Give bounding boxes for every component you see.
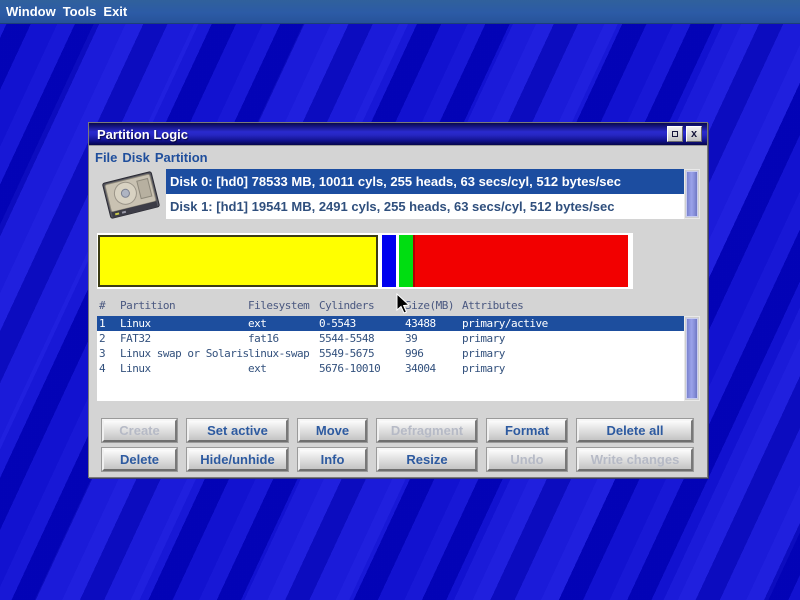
disk-list: Disk 0: [hd0] 78533 MB, 10011 cyls, 255 … — [166, 169, 684, 219]
cell-num: 4 — [99, 362, 105, 375]
partition-bar — [97, 233, 633, 289]
cell-cylinders: 5544-5548 — [319, 332, 374, 345]
table-scrollbar-thumb[interactable] — [686, 318, 698, 399]
undo-button: Undo — [487, 448, 567, 471]
menu-item-tools[interactable]: Tools — [63, 4, 97, 19]
cell-size: 39 — [405, 332, 417, 345]
cell-size: 34004 — [405, 362, 436, 375]
cell-filesystem: ext — [248, 317, 266, 330]
format-button[interactable]: Format — [487, 419, 567, 442]
cell-num: 2 — [99, 332, 105, 345]
cell-num: 1 — [99, 317, 105, 330]
cell-size: 43488 — [405, 317, 436, 330]
cell-size: 996 — [405, 347, 423, 360]
cell-num: 3 — [99, 347, 105, 360]
info-button[interactable]: Info — [298, 448, 367, 471]
disk-list-scrollbar[interactable] — [684, 169, 700, 219]
table-row-3[interactable]: 3 Linux swap or Solaris linux-swap 5549-… — [97, 346, 684, 361]
cell-partition: Linux swap or Solaris — [120, 347, 249, 360]
close-button[interactable]: x — [686, 126, 702, 142]
menu-item-window[interactable]: Window — [6, 4, 56, 19]
window-titlebar[interactable]: Partition Logic x — [89, 123, 707, 146]
create-button: Create — [102, 419, 177, 442]
cell-filesystem: ext — [248, 362, 266, 375]
cell-filesystem: linux-swap — [248, 347, 309, 360]
col-partition: Partition — [120, 299, 175, 312]
cell-attributes: primary — [462, 362, 505, 375]
menu-item-partition[interactable]: Partition — [155, 150, 208, 165]
resize-button[interactable]: Resize — [377, 448, 477, 471]
cell-cylinders: 0-5543 — [319, 317, 356, 330]
table-row-2[interactable]: 2 FAT32 fat16 5544-5548 39 primary — [97, 331, 684, 346]
col-num: # — [99, 299, 105, 312]
restore-icon — [672, 131, 678, 137]
screen-menubar: Window Tools Exit — [0, 0, 800, 24]
col-filesystem: Filesystem — [248, 299, 309, 312]
cell-cylinders: 5549-5675 — [319, 347, 374, 360]
disk-row-1[interactable]: Disk 1: [hd1] 19541 MB, 2491 cyls, 255 h… — [166, 194, 684, 219]
cell-attributes: primary — [462, 332, 505, 345]
col-attributes: Attributes — [462, 299, 523, 312]
cell-attributes: primary — [462, 347, 505, 360]
hard-disk-icon — [96, 169, 166, 221]
col-size: Size(MB) — [405, 299, 454, 312]
cell-cylinders: 5676-10010 — [319, 362, 380, 375]
window-title: Partition Logic — [89, 127, 188, 142]
partition-segment-4[interactable] — [413, 235, 628, 287]
disk-row-0[interactable]: Disk 0: [hd0] 78533 MB, 10011 cyls, 255 … — [166, 169, 684, 194]
cell-partition: FAT32 — [120, 332, 151, 345]
set-active-button[interactable]: Set active — [187, 419, 288, 442]
table-row-4[interactable]: 4 Linux ext 5676-10010 34004 primary — [97, 361, 684, 376]
partition-segment-1[interactable] — [98, 235, 378, 287]
cell-filesystem: fat16 — [248, 332, 279, 345]
table-row-1[interactable]: 1 Linux ext 0-5543 43488 primary/active — [97, 316, 684, 331]
menu-item-file[interactable]: File — [95, 150, 117, 165]
delete-all-button[interactable]: Delete all — [577, 419, 693, 442]
window-menubar: File Disk Partition — [89, 147, 707, 167]
col-cylinders: Cylinders — [319, 299, 374, 312]
menu-item-disk[interactable]: Disk — [122, 150, 149, 165]
mouse-cursor — [396, 293, 412, 315]
write-changes-button: Write changes — [577, 448, 693, 471]
cell-attributes: primary/active — [462, 317, 548, 330]
partition-segment-3[interactable] — [399, 235, 413, 287]
disk-list-scrollbar-thumb[interactable] — [686, 171, 698, 217]
delete-button[interactable]: Delete — [102, 448, 177, 471]
table-scrollbar[interactable] — [684, 316, 700, 401]
move-button[interactable]: Move — [298, 419, 367, 442]
desktop: { "screen_menubar": { "items": [ { "labe… — [0, 0, 800, 600]
defragment-button: Defragment — [377, 419, 477, 442]
restore-button[interactable] — [667, 126, 683, 142]
partition-table: 1 Linux ext 0-5543 43488 primary/active … — [97, 316, 684, 401]
menu-item-exit[interactable]: Exit — [103, 4, 127, 19]
table-header: # Partition Filesystem Cylinders Size(MB… — [97, 298, 684, 315]
hide-unhide-button[interactable]: Hide/unhide — [187, 448, 288, 471]
partition-segment-2[interactable] — [382, 235, 396, 287]
cell-partition: Linux — [120, 317, 151, 330]
cell-partition: Linux — [120, 362, 151, 375]
